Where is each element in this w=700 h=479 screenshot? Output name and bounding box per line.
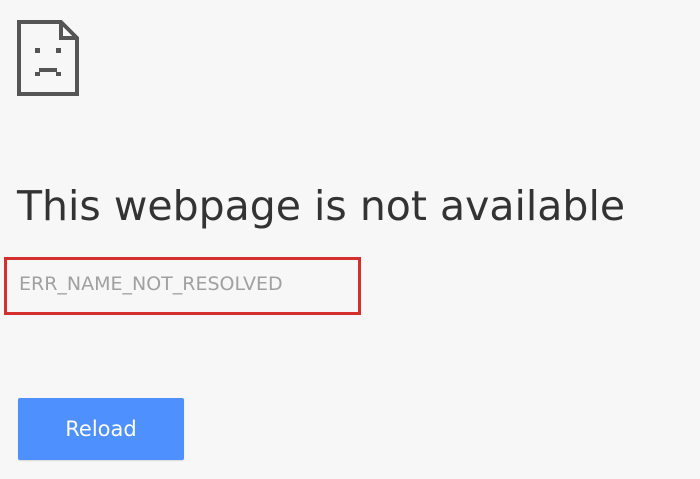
sad-document-icon [17, 20, 79, 96]
reload-button[interactable]: Reload [18, 398, 184, 460]
error-code: ERR_NAME_NOT_RESOLVED [19, 273, 283, 295]
error-title: This webpage is not available [17, 182, 626, 230]
